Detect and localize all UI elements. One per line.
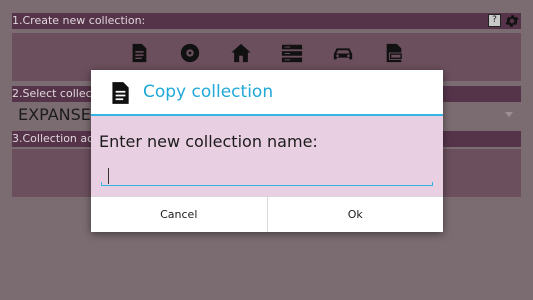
dropdown-arrow-icon [505, 112, 513, 117]
dialog-body: Enter new collection name: [91, 116, 443, 196]
home-icon[interactable] [230, 42, 252, 64]
books-icon[interactable] [281, 42, 303, 64]
dialog-prompt: Enter new collection name: [99, 132, 318, 151]
dialog-button-bar: Cancel Ok [91, 196, 443, 232]
dialog-title: Copy collection [143, 82, 274, 102]
input-edge-left [101, 182, 102, 186]
car-icon[interactable] [332, 42, 354, 64]
gear-icon[interactable] [504, 13, 520, 29]
collection-name-input[interactable] [101, 160, 433, 186]
disc-icon[interactable] [179, 42, 201, 64]
select-collection-label: 2.Select collect [12, 87, 96, 100]
collection-actions-label: 3.Collection act [12, 132, 98, 145]
selected-collection-value: EXPANSE [18, 105, 91, 124]
input-edge-right [432, 182, 433, 186]
create-collection-header: 1.Create new collection: ? [12, 13, 521, 29]
document-icon[interactable] [128, 42, 150, 64]
document-icon [112, 82, 129, 104]
ok-button[interactable]: Ok [266, 197, 444, 232]
help-button[interactable]: ? [488, 14, 501, 27]
text-cursor [108, 168, 109, 184]
database-icon[interactable] [383, 42, 405, 64]
create-collection-label: 1.Create new collection: [12, 14, 146, 27]
cancel-button[interactable]: Cancel [91, 197, 267, 232]
copy-collection-dialog: Copy collection Enter new collection nam… [91, 70, 443, 232]
dialog-title-bar: Copy collection [91, 70, 443, 116]
help-icon: ? [492, 15, 497, 25]
